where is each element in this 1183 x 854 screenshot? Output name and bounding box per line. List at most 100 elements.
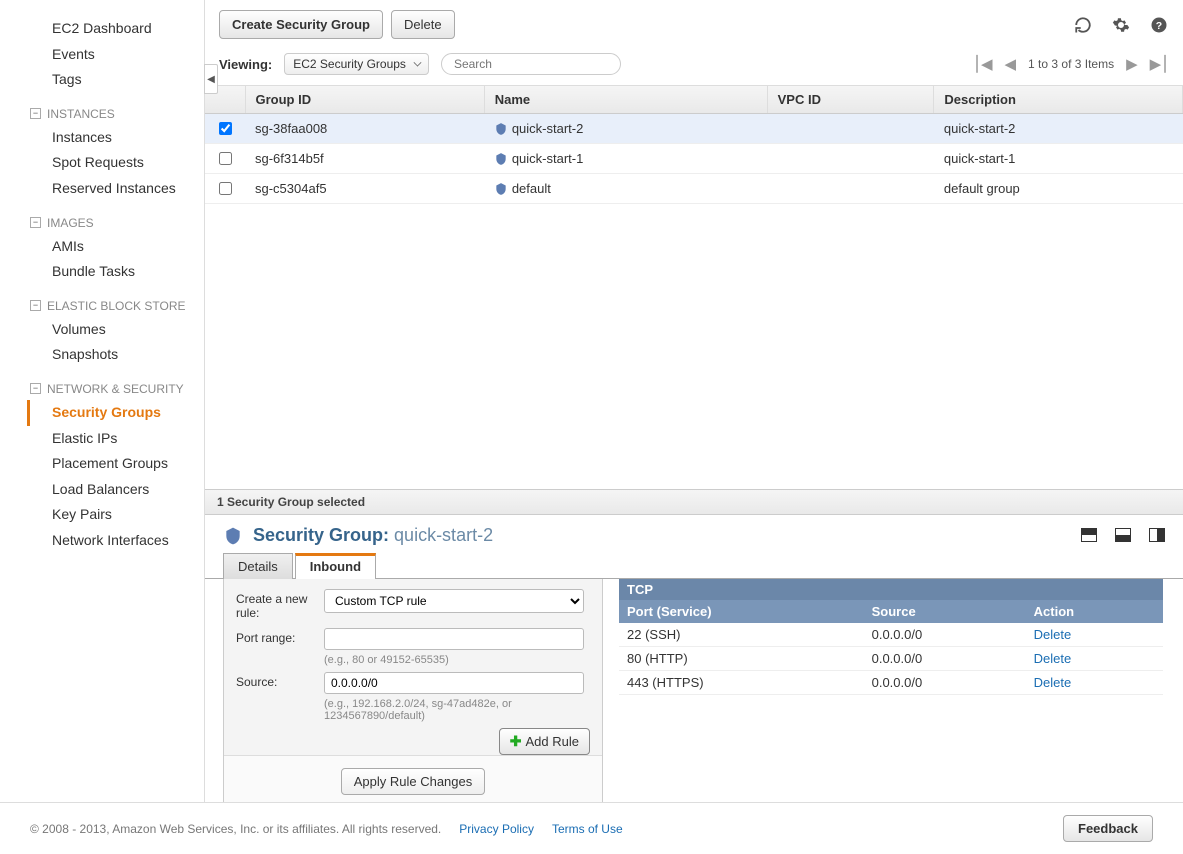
rule-delete-link[interactable]: Delete bbox=[1034, 651, 1072, 666]
row-checkbox[interactable] bbox=[219, 152, 232, 165]
layout-bottom-icon[interactable] bbox=[1115, 528, 1131, 542]
rule-row: 443 (HTTPS)0.0.0.0/0 Delete bbox=[619, 671, 1163, 695]
footer-copyright: © 2008 - 2013, Amazon Web Services, Inc.… bbox=[30, 822, 441, 836]
rule-port: 80 (HTTP) bbox=[619, 647, 864, 671]
page-last-icon[interactable]: ▶⎮ bbox=[1150, 55, 1169, 73]
tab-details[interactable]: Details bbox=[223, 553, 293, 579]
create-rule-label: Create a new rule: bbox=[236, 589, 316, 620]
port-range-input[interactable] bbox=[324, 628, 584, 650]
nav-events[interactable]: Events bbox=[30, 42, 204, 68]
sidebar-item-snapshots[interactable]: Snapshots bbox=[30, 342, 204, 368]
rule-port: 443 (HTTPS) bbox=[619, 671, 864, 695]
rule-port: 22 (SSH) bbox=[619, 623, 864, 647]
cell-vpc-id bbox=[767, 114, 934, 144]
cell-group-id: sg-6f314b5f bbox=[245, 144, 484, 174]
source-input[interactable] bbox=[324, 672, 584, 694]
cell-description: quick-start-2 bbox=[934, 114, 1183, 144]
sidebar-collapse-handle[interactable]: ◀ bbox=[204, 64, 218, 94]
nav-ec2-dashboard[interactable]: EC2 Dashboard bbox=[30, 16, 204, 42]
rule-delete-link[interactable]: Delete bbox=[1034, 627, 1072, 642]
cell-vpc-id bbox=[767, 174, 934, 204]
cell-name: default bbox=[484, 174, 767, 204]
rule-form: Create a new rule: Custom TCP rule Port … bbox=[223, 579, 603, 808]
column-vpc-id[interactable]: VPC ID bbox=[767, 86, 934, 114]
sidebar-item-instances[interactable]: Instances bbox=[30, 125, 204, 151]
collapse-icon: − bbox=[30, 300, 41, 311]
cell-group-id: sg-c5304af5 bbox=[245, 174, 484, 204]
plus-icon: ✚ bbox=[510, 733, 522, 750]
sidebar-section-header[interactable]: −INSTANCES bbox=[30, 93, 204, 125]
collapse-icon: − bbox=[30, 383, 41, 394]
column-group-id[interactable]: Group ID bbox=[245, 86, 484, 114]
sidebar-item-amis[interactable]: AMIs bbox=[30, 234, 204, 260]
cell-group-id: sg-38faa008 bbox=[245, 114, 484, 144]
page-next-icon[interactable]: ▶ bbox=[1126, 55, 1138, 73]
sidebar-item-load-balancers[interactable]: Load Balancers bbox=[30, 477, 204, 503]
table-row[interactable]: sg-6f314b5f quick-start-1 quick-start-1 bbox=[205, 144, 1183, 174]
sidebar-section-header[interactable]: −ELASTIC BLOCK STORE bbox=[30, 285, 204, 317]
cell-vpc-id bbox=[767, 144, 934, 174]
row-checkbox[interactable] bbox=[219, 182, 232, 195]
rule-row: 22 (SSH)0.0.0.0/0Delete bbox=[619, 623, 1163, 647]
rules-col-action: Action bbox=[1026, 600, 1163, 623]
pager-text: 1 to 3 of 3 Items bbox=[1028, 57, 1114, 71]
rules-col-source: Source bbox=[864, 600, 1026, 623]
rule-delete-link[interactable]: Delete bbox=[1034, 675, 1072, 690]
page-prev-icon[interactable]: ◀ bbox=[1005, 55, 1017, 73]
details-title-value: quick-start-2 bbox=[394, 525, 493, 545]
security-groups-table: Group ID Name VPC ID Description sg-38fa… bbox=[205, 86, 1183, 489]
refresh-icon[interactable] bbox=[1073, 15, 1093, 35]
sidebar-item-elastic-ips[interactable]: Elastic IPs bbox=[30, 426, 204, 452]
add-rule-button[interactable]: ✚ Add Rule bbox=[499, 728, 590, 755]
sidebar-section-header[interactable]: −IMAGES bbox=[30, 202, 204, 234]
sidebar-item-reserved-instances[interactable]: Reserved Instances bbox=[30, 176, 204, 202]
svg-text:?: ? bbox=[1156, 19, 1162, 31]
rule-source: 0.0.0.0/0 bbox=[864, 671, 1026, 695]
sidebar-item-volumes[interactable]: Volumes bbox=[30, 317, 204, 343]
footer-terms-link[interactable]: Terms of Use bbox=[552, 822, 623, 836]
tab-inbound[interactable]: Inbound bbox=[295, 553, 376, 579]
column-name[interactable]: Name bbox=[484, 86, 767, 114]
rules-protocol-header: TCP bbox=[619, 579, 1163, 600]
source-hint: (e.g., 192.168.2.0/24, sg-47ad482e, or 1… bbox=[324, 698, 590, 722]
rule-type-select[interactable]: Custom TCP rule bbox=[324, 589, 584, 613]
layout-right-icon[interactable] bbox=[1149, 528, 1165, 542]
source-label: Source: bbox=[236, 672, 316, 689]
sidebar-item-placement-groups[interactable]: Placement Groups bbox=[30, 451, 204, 477]
sidebar-item-security-groups[interactable]: Security Groups bbox=[27, 400, 204, 426]
viewing-dropdown[interactable]: EC2 Security Groups bbox=[284, 53, 429, 75]
row-checkbox[interactable] bbox=[219, 122, 232, 135]
search-input[interactable] bbox=[441, 53, 621, 75]
help-icon[interactable]: ? bbox=[1149, 15, 1169, 35]
gear-icon[interactable] bbox=[1111, 15, 1131, 35]
sidebar-item-bundle-tasks[interactable]: Bundle Tasks bbox=[30, 259, 204, 285]
delete-button[interactable]: Delete bbox=[391, 10, 455, 39]
rule-row: 80 (HTTP)0.0.0.0/0Delete bbox=[619, 647, 1163, 671]
details-title-label: Security Group: bbox=[253, 525, 389, 545]
cell-name: quick-start-2 bbox=[484, 114, 767, 144]
table-row[interactable]: sg-c5304af5 defaultdefault group bbox=[205, 174, 1183, 204]
port-range-hint: (e.g., 80 or 49152-65535) bbox=[324, 654, 590, 666]
create-security-group-button[interactable]: Create Security Group bbox=[219, 10, 383, 39]
apply-rule-changes-button[interactable]: Apply Rule Changes bbox=[341, 768, 486, 795]
sidebar-section-header[interactable]: −NETWORK & SECURITY bbox=[30, 368, 204, 400]
cell-name: quick-start-1 bbox=[484, 144, 767, 174]
layout-top-icon[interactable] bbox=[1081, 528, 1097, 542]
rules-table: TCP Port (Service) Source Action 22 (SSH… bbox=[619, 579, 1163, 808]
nav-tags[interactable]: Tags bbox=[30, 67, 204, 93]
sidebar-item-key-pairs[interactable]: Key Pairs bbox=[30, 502, 204, 528]
feedback-button[interactable]: Feedback bbox=[1063, 815, 1153, 842]
sidebar-item-spot-requests[interactable]: Spot Requests bbox=[30, 150, 204, 176]
sidebar: EC2 Dashboard Events Tags −INSTANCESInst… bbox=[0, 0, 205, 808]
table-row[interactable]: sg-38faa008 quick-start-2 quick-start-2 bbox=[205, 114, 1183, 144]
footer-privacy-link[interactable]: Privacy Policy bbox=[459, 822, 534, 836]
cell-description: quick-start-1 bbox=[934, 144, 1183, 174]
rules-col-port: Port (Service) bbox=[619, 600, 864, 623]
footer: © 2008 - 2013, Amazon Web Services, Inc.… bbox=[0, 802, 1183, 854]
port-range-label: Port range: bbox=[236, 628, 316, 645]
viewing-label: Viewing: bbox=[219, 57, 272, 72]
selection-status-bar: 1 Security Group selected bbox=[205, 489, 1183, 515]
column-description[interactable]: Description bbox=[934, 86, 1183, 114]
page-first-icon[interactable]: ⎮◀ bbox=[973, 55, 992, 73]
sidebar-item-network-interfaces[interactable]: Network Interfaces bbox=[30, 528, 204, 554]
